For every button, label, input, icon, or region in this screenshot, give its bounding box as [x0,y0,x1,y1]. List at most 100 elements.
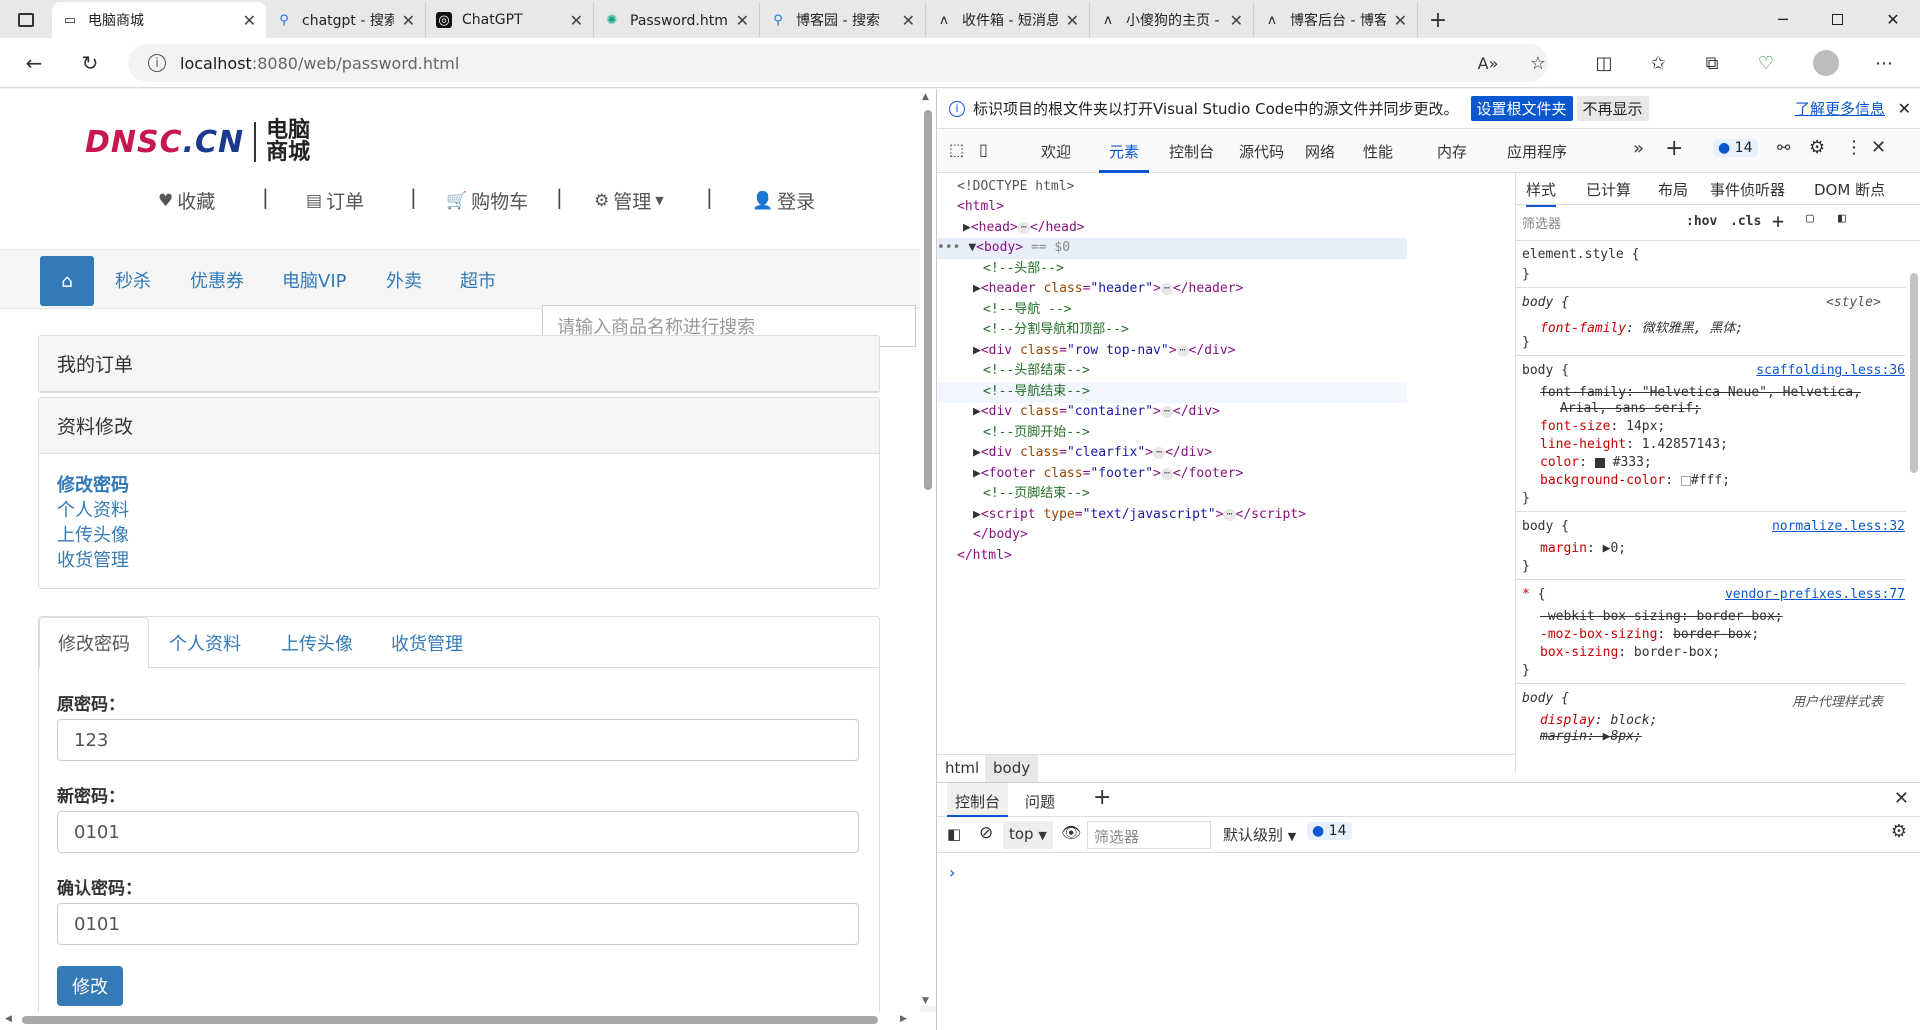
back-button[interactable]: ← [16,45,52,81]
tab-avatar[interactable]: 上传头像 [263,617,371,669]
confirm-password-field[interactable]: 0101 [57,903,859,945]
connected-devices-icon[interactable]: ⚯ [1777,138,1790,157]
tab-change-password[interactable]: 修改密码 [39,617,149,669]
close-tab-icon[interactable]: ✕ [902,11,915,30]
devtools-tab-elements[interactable]: 元素 [1109,141,1139,162]
dom-script-node[interactable]: ▶<script type="text/javascript"> ⋯ </scrip… [973,505,1306,526]
dom-body-node[interactable]: ••• ▼<body> == $0 [937,238,1407,259]
tab-profile[interactable]: 个人资料 [151,617,259,669]
set-root-folder-button[interactable]: 设置根文件夹 [1470,96,1573,121]
styles-tab-computed[interactable]: 已计算 [1586,179,1631,200]
decl-font-family-overridden[interactable]: font-family: "Helvetica Neue", Helvetica… [1540,385,1861,400]
close-tab-icon[interactable]: ✕ [402,11,415,30]
console-sidebar-icon[interactable]: ◧ [947,825,961,843]
color-swatch[interactable] [1594,457,1605,468]
close-tab-icon[interactable]: ✕ [1394,11,1407,30]
dom-head-node[interactable]: ▶<head> ⋯ </head> [963,218,1085,239]
devtools-tab-application[interactable]: 应用程序 [1507,141,1567,162]
dom-comment[interactable]: <!--分割导航和顶部--> [983,320,1129,341]
clear-console-icon[interactable]: ⊘ [979,823,993,843]
dom-clearfix-div[interactable]: ▶<div class="clearfix"> ⋯ </div> [973,443,1212,464]
styles-tab-layout[interactable]: 布局 [1658,179,1688,200]
browser-tab[interactable]: ✺ Password.html代码 ✕ [594,2,760,38]
restore-button[interactable] [1810,0,1864,38]
page-vertical-scroll-thumb[interactable] [924,110,932,490]
close-tab-icon[interactable]: ✕ [736,11,749,30]
toggle-sidebar-icon[interactable]: ◧ [1838,211,1846,226]
split-screen-button[interactable]: ◫ [1586,45,1622,81]
settings-menu-button[interactable]: ⋯ [1866,45,1902,81]
refresh-button[interactable]: ↻ [72,45,108,81]
tab-address[interactable]: 收货管理 [373,617,481,669]
crumb-body[interactable]: body [985,755,1039,782]
devtools-tab-performance[interactable]: 性能 [1363,141,1393,162]
browser-tab[interactable]: ⚲ chatgpt - 搜索 ✕ [266,2,426,38]
hov-toggle[interactable]: :hov [1686,214,1717,229]
devtools-close-icon[interactable]: ✕ [1871,137,1886,158]
tab-actions-button[interactable] [0,2,52,38]
browser-tab[interactable]: ▭ 电脑商城 ✕ [52,2,266,38]
decl-display[interactable]: display: block; [1540,713,1657,728]
devtools-tab-memory[interactable]: 内存 [1437,141,1467,162]
add-tab-plus-icon[interactable]: + [1665,136,1683,161]
decl-background-color[interactable]: background-color: #fff; [1540,473,1730,488]
live-expression-eye-icon[interactable]: 👁 [1061,823,1081,842]
dom-html-close[interactable]: </html> [957,546,1012,567]
devtools-tab-welcome[interactable]: 欢迎 [1041,141,1071,162]
dom-container-div[interactable]: ▶<div class="container"> ⋯ </div> [973,402,1220,423]
console-issues-badge[interactable]: ● 14 [1307,822,1352,840]
drawer-tab-console[interactable]: 控制台 [947,783,1009,817]
learn-more-link[interactable]: 了解更多信息 [1795,98,1885,119]
favorite-star-button[interactable]: ☆ [1520,45,1556,81]
console-prompt-chevron-icon[interactable]: › [949,863,955,882]
close-tab-icon[interactable]: ✕ [570,11,583,30]
inspect-element-icon[interactable]: ⬚ [949,140,964,159]
console-settings-gear-icon[interactable]: ⚙ [1891,821,1907,842]
color-format-icon[interactable]: ▢ [1806,211,1814,226]
page-horizontal-scroll-thumb[interactable] [22,1016,878,1024]
browser-tab[interactable]: ᴧ 小傻狗的主页 - 博 ✕ [1090,2,1254,38]
decl-line-height[interactable]: line-height: 1.42857143; [1540,437,1728,452]
devtools-more-icon[interactable]: ⋮ [1845,137,1863,158]
decl-webkit-box-sizing[interactable]: -webkit-box-sizing: border-box; [1540,609,1783,624]
decl-margin-ua[interactable]: margin: ▶8px; [1540,729,1642,744]
browser-tab[interactable]: ◎ ChatGPT ✕ [426,2,594,38]
devtools-tab-network[interactable]: 网络 [1305,141,1335,162]
dom-header-node[interactable]: ▶<header class="header"> ⋯ </header> [973,279,1243,300]
vendor-prefixes-link[interactable]: vendor-prefixes.less:77 [1725,587,1905,602]
context-selector[interactable]: top ▼ [1003,821,1053,849]
scaffolding-link[interactable]: scaffolding.less:36 [1756,363,1905,378]
minimize-button[interactable]: ─ [1756,0,1810,38]
decl-font-family[interactable]: font-family: 微软雅黑, 黑体; [1540,317,1743,336]
normalize-link[interactable]: normalize.less:32 [1772,519,1905,534]
profile-button[interactable] [1808,45,1844,81]
devtools-settings-gear-icon[interactable]: ⚙ [1809,137,1825,158]
styles-filter-input[interactable]: 筛选器 [1522,213,1670,232]
dom-topnav-div[interactable]: ▶<div class="row top-nav"> ⋯ </div> [973,341,1236,362]
browser-tab[interactable]: ᴧ 收件箱 - 短消息 ✕ [926,2,1090,38]
styles-tab-dom-breakpoints[interactable]: DOM 断点 [1814,179,1885,200]
collections-button[interactable]: ⧉ [1694,45,1730,81]
device-toolbar-icon[interactable]: ▯ [979,140,988,159]
styles-tab-event-listeners[interactable]: 事件侦听器 [1710,179,1785,200]
rule-body-style[interactable]: body { [1522,295,1569,310]
decl-moz-box-sizing[interactable]: -moz-box-sizing: border-box; [1540,627,1759,642]
rule-element-style[interactable]: element.style { [1522,247,1639,262]
rule-body-scaffolding[interactable]: body { [1522,363,1569,378]
browser-essentials-button[interactable]: ♡ [1748,45,1784,81]
decl-margin[interactable]: margin: ▶0; [1540,541,1626,556]
console-filter-input[interactable]: 筛选器 [1087,821,1211,849]
more-tabs-icon[interactable]: » [1633,138,1644,159]
read-aloud-button[interactable]: A» [1470,45,1506,81]
styles-scroll-thumb[interactable] [1910,273,1918,473]
styles-tab-styles[interactable]: 样式 [1526,179,1557,207]
color-swatch[interactable] [1680,475,1691,486]
dom-comment[interactable]: <!--页脚结束--> [983,484,1090,505]
infobar-close-icon[interactable]: ✕ [1898,99,1911,118]
rule-body-normalize[interactable]: body { [1522,519,1569,534]
dom-comment[interactable]: <!--头部结束--> [983,361,1090,382]
scroll-right-arrow-icon[interactable]: ▶ [900,1014,907,1024]
log-level-dropdown[interactable]: 默认级别 ▼ [1223,824,1296,845]
close-tab-icon[interactable]: ✕ [243,11,256,30]
close-tab-icon[interactable]: ✕ [1230,11,1243,30]
